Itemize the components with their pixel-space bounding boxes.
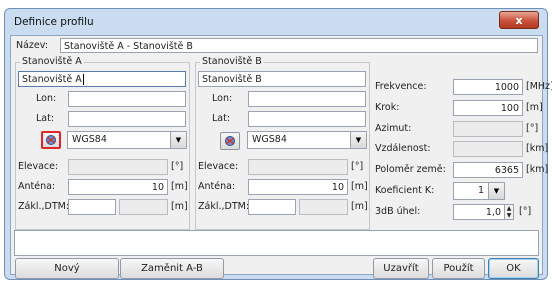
window-title: Definice profilu	[14, 16, 94, 28]
step-label: Krok:	[375, 102, 400, 113]
station-a-antenna-unit: [m]	[171, 181, 188, 192]
ok-button[interactable]: OK	[488, 258, 539, 279]
window-frame: Definice profilu x Název: Stanoviště A -…	[4, 8, 552, 280]
station-b-group: Stanoviště B Stanoviště B Lon: Lat: WGS8…	[195, 56, 370, 230]
spin-arrows-icon[interactable]: ▲ ▼	[504, 204, 514, 220]
beamwidth-unit: [°]	[519, 206, 532, 217]
station-a-name-value: Stanoviště A	[22, 74, 82, 85]
station-a-group: Stanoviště A Stanoviště A Lon: Lat: WGS8…	[15, 56, 190, 230]
window-close-button[interactable]: x	[499, 11, 539, 29]
chevron-down-icon[interactable]: ▼	[488, 183, 504, 199]
earth-radius-label: Poloměr země:	[375, 164, 446, 175]
station-b-lon-input[interactable]	[248, 91, 366, 107]
station-a-name-input[interactable]: Stanoviště A	[18, 71, 186, 87]
station-a-title: Stanoviště A	[20, 56, 84, 67]
station-a-elevation-input	[68, 159, 168, 175]
station-a-elevation-label: Elevace:	[18, 161, 59, 172]
notes-textarea[interactable]	[14, 230, 539, 256]
chevron-down-icon[interactable]: ▼	[170, 132, 186, 148]
distance-label: Vzdálenost:	[375, 143, 431, 154]
k-factor-value: 1	[477, 185, 484, 196]
text-cursor	[82, 74, 84, 85]
name-label: Název:	[16, 40, 49, 51]
station-b-lat-input[interactable]	[248, 111, 366, 127]
station-b-antenna-input[interactable]: 10	[248, 179, 348, 195]
station-a-antenna-label: Anténa:	[18, 181, 56, 192]
frequency-unit: [MHz]	[526, 81, 552, 92]
station-b-antenna-unit: [m]	[351, 181, 368, 192]
station-a-lat-label: Lat:	[36, 113, 55, 124]
profile-definition-dialog: Definice profilu x Název: Stanoviště A -…	[0, 0, 552, 282]
title-bar[interactable]: Definice profilu x	[5, 9, 547, 35]
close-button[interactable]: Uzavřít	[373, 258, 429, 279]
station-b-elevation-label: Elevace:	[198, 161, 239, 172]
station-a-dtm-label: Zákl.,DTM:	[18, 201, 70, 212]
step-input[interactable]: 100	[453, 100, 523, 116]
step-unit: [m]	[526, 102, 543, 113]
swap-a-b-button[interactable]: Zaměnit A-B	[120, 258, 224, 279]
station-b-dtm-input[interactable]	[248, 199, 296, 215]
name-input[interactable]: Stanoviště A - Stanoviště B	[60, 38, 538, 53]
earth-radius-input[interactable]: 6365	[453, 162, 523, 178]
station-b-dtm-label: Zákl.,DTM:	[198, 201, 250, 212]
station-a-dtm-unit: [m]	[171, 201, 188, 212]
station-b-datum-value: WGS84	[252, 134, 287, 145]
apply-button[interactable]: Použít	[432, 258, 485, 279]
chevron-down-icon[interactable]: ▼	[350, 132, 366, 148]
station-b-dtm-unit: [m]	[351, 201, 368, 212]
new-button[interactable]: Nový	[15, 258, 119, 279]
station-a-datum-value: WGS84	[72, 134, 107, 145]
station-b-map-pick-button[interactable]	[220, 132, 240, 150]
close-icon: x	[515, 13, 523, 27]
station-b-datum-select[interactable]: WGS84 ▼	[247, 131, 367, 149]
station-a-lon-label: Lon:	[36, 93, 57, 104]
azimuth-unit: [°]	[526, 123, 539, 134]
station-b-lon-label: Lon:	[212, 93, 233, 104]
distance-input	[453, 141, 523, 157]
map-pick-icon	[225, 136, 235, 146]
station-b-name-input[interactable]: Stanoviště B	[198, 71, 366, 87]
frequency-input[interactable]: 1000	[453, 79, 523, 95]
station-b-dtm-input-2	[299, 199, 348, 215]
station-b-antenna-label: Anténa:	[198, 181, 236, 192]
station-a-datum-select[interactable]: WGS84 ▼	[67, 131, 187, 149]
earth-radius-unit: [km]	[526, 164, 549, 175]
map-pick-icon	[46, 135, 56, 145]
k-factor-label: Koeficient K:	[375, 185, 435, 196]
station-b-title: Stanoviště B	[200, 56, 264, 67]
station-b-elevation-input	[248, 159, 348, 175]
station-a-lon-input[interactable]	[68, 91, 186, 107]
station-a-dtm-input-2	[119, 199, 168, 215]
station-b-elevation-unit: [°]	[351, 161, 364, 172]
beamwidth-label: 3dB úhel:	[375, 206, 421, 217]
station-a-elevation-unit: [°]	[171, 161, 184, 172]
azimuth-label: Azimut:	[375, 123, 412, 134]
station-a-lat-input[interactable]	[68, 111, 186, 127]
distance-unit: [km]	[526, 143, 549, 154]
station-a-antenna-input[interactable]: 10	[68, 179, 168, 195]
beamwidth-input[interactable]: 1,0	[453, 204, 505, 220]
frequency-label: Frekvence:	[375, 81, 427, 92]
station-a-dtm-input[interactable]	[68, 199, 116, 215]
k-factor-select[interactable]: 1 ▼	[453, 182, 505, 200]
station-a-map-pick-button[interactable]	[41, 131, 61, 149]
station-b-lat-label: Lat:	[212, 113, 231, 124]
dialog-client-area: Název: Stanoviště A - Stanoviště B Stano…	[10, 35, 552, 279]
azimuth-input	[453, 121, 523, 137]
